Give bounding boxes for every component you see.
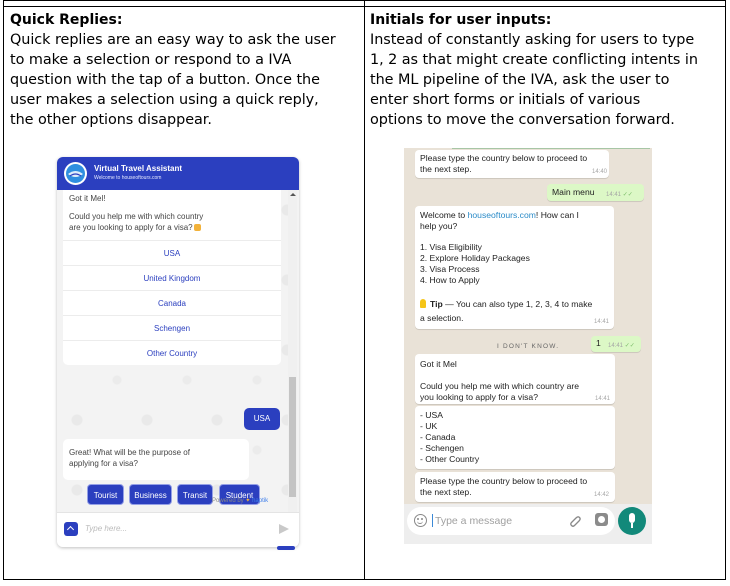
got-it-text: Got it Mel — [420, 359, 457, 369]
quick-replies-line-4: user makes a selection using a quick rep… — [10, 92, 319, 108]
initials-line-3: the ML pipeline of the IVA, ask the user… — [370, 72, 670, 88]
quick-reply-schengen[interactable]: Schengen — [63, 315, 281, 340]
proceed-line-2: the next step. — [420, 487, 472, 497]
lightbulb-icon — [420, 299, 426, 308]
question-line-1: Could you help me with which country are — [420, 381, 580, 391]
text-cursor — [432, 514, 433, 527]
bot-question-line-2: are you looking to apply for a visa? — [69, 222, 201, 233]
quick-reply-usa[interactable]: USA — [63, 240, 281, 265]
bot-question-line-1: Could you help me with which country — [69, 212, 204, 221]
bot-followup-card: Great! What will be the purpose of apply… — [63, 439, 249, 480]
timestamp: 14:40 — [592, 169, 608, 175]
travel-assistant-widget: Virtual Travel Assistant Welcome to hous… — [57, 157, 299, 547]
widget-chat-area[interactable]: Got it Mel! Could you help me with which… — [57, 190, 299, 512]
scrollbar-thumb[interactable] — [289, 377, 296, 497]
user-reply-bubble: USA — [244, 408, 280, 430]
bot-greeting: Got it Mel! — [69, 194, 106, 203]
microphone-button[interactable] — [618, 507, 646, 535]
menu-item-1: 1. Visa Eligibility — [420, 242, 482, 252]
widget-header: Virtual Travel Assistant Welcome to hous… — [57, 157, 299, 190]
dont-know-label: I DON'T KNOW. — [497, 343, 560, 350]
tip-line-2: a selection. — [420, 313, 464, 323]
chat-top-edge — [452, 148, 650, 149]
country-item: - Canada — [420, 432, 456, 442]
menu-item-4: 4. How to Apply — [420, 275, 480, 285]
timestamp: 14:42 — [594, 492, 610, 498]
timestamp: 14:41 ✓✓ — [606, 192, 633, 198]
brand-name: haptik — [252, 498, 269, 504]
website-link[interactable]: houseoftours.com — [468, 210, 536, 220]
menu-item-2: 2. Explore Holiday Packages — [420, 253, 530, 263]
quick-replies-line-3: question with the tap of a button. Once … — [10, 72, 320, 88]
quick-reply-other-country[interactable]: Other Country — [63, 340, 281, 365]
chip-business[interactable]: Business — [129, 484, 172, 505]
country-item: - Schengen — [420, 443, 464, 453]
double-check-icon: ✓✓ — [624, 343, 635, 349]
initials-line-2: 1, 2 as that might create conflicting in… — [370, 52, 698, 68]
initials-heading: Initials for user inputs: — [370, 12, 552, 28]
quick-replies-column: Quick Replies: Quick replies are an easy… — [10, 10, 360, 130]
bot-followup-line-1: Great! What will be the purpose of — [69, 448, 190, 457]
column-divider — [364, 0, 365, 580]
initials-line-5: options to move the conversation forward… — [370, 112, 675, 128]
message-input[interactable]: Type here... — [85, 524, 127, 533]
welcome-line-2: help you? — [420, 221, 458, 231]
message-input[interactable]: Type a message — [435, 515, 512, 527]
haptik-logo-icon: ✦ — [245, 498, 251, 504]
bot-followup-line-2: applying for a visa? — [69, 459, 138, 468]
camera-icon[interactable] — [595, 513, 608, 526]
quick-reply-canada[interactable]: Canada — [63, 290, 281, 315]
attach-icon[interactable] — [569, 514, 581, 527]
country-item: - Other Country — [420, 454, 480, 464]
quick-replies-line-2: to make a selection or respond to a IVA — [10, 52, 292, 68]
pointing-hand-icon — [193, 224, 201, 231]
country-item: - USA — [420, 410, 443, 420]
quick-replies-heading: Quick Replies: — [10, 12, 123, 28]
expand-menu-button[interactable] — [64, 522, 78, 536]
proceed-line-1: Please type the country below to proceed… — [420, 476, 588, 486]
question-line-2: you looking to apply for a visa? — [420, 392, 538, 402]
initials-line-4: enter short forms or initials of various — [370, 92, 641, 108]
widget-title: Virtual Travel Assistant — [94, 164, 183, 173]
proceed-top-line-2: the next step. — [420, 164, 472, 174]
send-icon[interactable] — [279, 524, 289, 534]
powered-by-label: Powered by ✦ haptik — [212, 498, 269, 504]
tip-line-1: Tip — You can also type 1, 2, 3, 4 to ma… — [420, 299, 592, 310]
initials-column: Initials for user inputs: Instead of con… — [370, 10, 720, 130]
menu-item-3: 3. Visa Process — [420, 264, 480, 274]
initials-line-1: Instead of constantly asking for users t… — [370, 32, 695, 48]
proceed-top-line-1: Please type the country below to proceed… — [420, 153, 588, 163]
quick-replies-line-1: Quick replies are an easy way to ask the… — [10, 32, 336, 48]
widget-subtitle: Welcome to houseoftours.com — [94, 175, 162, 181]
scroll-up-arrow-icon[interactable] — [290, 193, 296, 196]
main-menu-text: Main menu — [552, 187, 595, 197]
widget-input-bar: Type here... — [57, 512, 299, 547]
bot-message-card: Got it Mel! Could you help me with which… — [63, 190, 281, 365]
launcher-stub — [277, 546, 295, 550]
globe-logo-icon — [64, 162, 87, 185]
double-check-icon: ✓✓ — [622, 192, 633, 198]
timestamp: 14:41 ✓✓ — [608, 343, 635, 349]
timestamp: 14:41 — [595, 396, 611, 402]
country-item: - UK — [420, 421, 438, 431]
chip-tourist[interactable]: Tourist — [87, 484, 124, 505]
user-one-text: 1 — [596, 338, 601, 348]
quick-reply-united-kingdom[interactable]: United Kingdom — [63, 265, 281, 290]
chip-transit[interactable]: Transit — [177, 484, 213, 505]
welcome-line-1: Welcome to houseoftours.com! How can I — [420, 210, 579, 220]
quick-replies-line-5: the other options disappear. — [10, 112, 212, 128]
emoji-icon[interactable] — [414, 514, 427, 527]
timestamp: 14:41 — [594, 319, 610, 325]
